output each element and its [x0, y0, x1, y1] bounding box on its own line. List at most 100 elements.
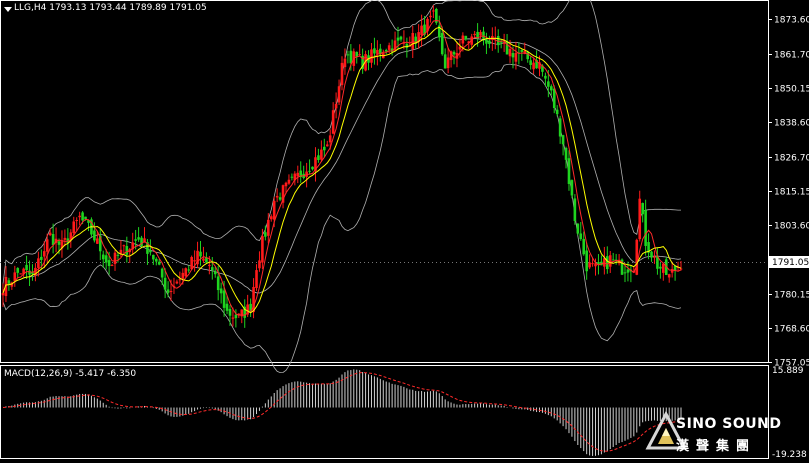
bear-candle	[650, 251, 653, 258]
bull-candle	[202, 258, 205, 261]
low-value: 1789.89	[129, 3, 167, 13]
price-tick-label: 1780.15	[774, 291, 809, 301]
bear-candle	[149, 250, 152, 253]
bull-candle	[193, 260, 196, 262]
bear-candle	[323, 146, 326, 151]
bull-candle	[269, 216, 273, 220]
bull-candle	[508, 48, 512, 57]
bull-candle	[446, 57, 450, 69]
bear-candle	[93, 230, 96, 241]
bull-candle	[184, 268, 188, 277]
current-price-label: 1791.05	[772, 258, 809, 268]
bull-candle	[272, 200, 276, 220]
bear-candle	[40, 256, 43, 260]
bull-candle	[175, 281, 179, 284]
bear-candle	[51, 234, 55, 246]
bull-candle	[320, 149, 323, 160]
bear-candle	[485, 39, 488, 44]
bull-candle	[653, 256, 656, 258]
bull-candle	[169, 290, 173, 292]
bull-candle	[1, 292, 5, 296]
bull-candle	[662, 263, 665, 273]
bear-candle	[570, 180, 574, 196]
bull-candle	[110, 265, 114, 267]
logo-chinese-text: 漢聲集團	[676, 439, 757, 454]
bull-candle	[19, 273, 22, 275]
bull-candle	[287, 179, 291, 184]
bear-candle	[16, 268, 20, 273]
bear-candle	[125, 246, 129, 255]
macd-tick-label: 15.889	[772, 366, 804, 376]
bull-candle	[514, 53, 518, 62]
bear-candle	[199, 251, 202, 257]
bull-candle	[334, 104, 338, 109]
bull-candle	[122, 245, 126, 247]
bull-candle	[258, 260, 261, 269]
bear-candle	[644, 210, 647, 246]
bull-candle	[42, 251, 46, 257]
bear-candle	[278, 197, 282, 200]
bull-candle	[588, 262, 591, 268]
bull-candle	[255, 270, 258, 288]
bear-candle	[137, 237, 140, 240]
bull-candle	[113, 252, 117, 265]
bear-candle	[373, 48, 376, 54]
bear-candle	[152, 254, 155, 260]
bear-candle	[659, 266, 662, 269]
bear-candle	[482, 31, 485, 39]
bull-candle	[420, 25, 423, 36]
macd-header: MACD(12,26,9) -5.417 -6.350	[4, 369, 136, 379]
bull-candle	[328, 135, 332, 143]
macd-label: MACD(12,26,9)	[4, 369, 73, 379]
bear-candle	[405, 43, 409, 48]
bear-candle	[555, 109, 559, 115]
bear-candle	[464, 35, 468, 40]
bollinger-lower-line	[2, 63, 682, 374]
bear-candle	[225, 303, 229, 311]
bear-candle	[28, 270, 31, 275]
bear-candle	[222, 290, 226, 308]
bull-candle	[370, 49, 373, 63]
bull-candle	[432, 10, 435, 12]
logo-english-text: SINO SOUND	[676, 416, 782, 432]
bear-candle	[7, 280, 11, 284]
bull-candle	[75, 220, 78, 222]
bear-candle	[210, 267, 214, 271]
bear-candle	[290, 176, 294, 178]
bull-candle	[479, 32, 482, 36]
bear-candle	[349, 50, 353, 64]
symbol-dropdown-icon[interactable]	[4, 7, 12, 12]
bear-candle	[187, 269, 191, 271]
bull-candle	[275, 195, 279, 198]
bear-candle	[573, 198, 577, 221]
bear-candle	[134, 239, 137, 241]
bear-candle	[576, 223, 580, 234]
bull-candle	[48, 232, 52, 236]
bear-candle	[57, 241, 61, 245]
high-value: 1793.44	[89, 3, 127, 13]
bull-candle	[96, 238, 99, 244]
bull-candle	[679, 268, 683, 270]
bull-candle	[411, 32, 415, 50]
bull-candle	[296, 172, 300, 177]
macd-signal-value: -6.350	[107, 369, 137, 379]
bull-candle	[473, 33, 476, 36]
bear-candle	[623, 272, 627, 274]
bear-candle	[443, 54, 447, 69]
bull-candle	[267, 219, 270, 236]
bear-candle	[582, 238, 586, 255]
bull-candle	[261, 236, 264, 263]
bull-candle	[325, 144, 329, 147]
bear-candle	[384, 50, 388, 52]
bear-candle	[567, 158, 571, 184]
bear-candle	[264, 232, 267, 237]
bull-candle	[331, 110, 335, 134]
bull-candle	[387, 45, 391, 50]
bear-candle	[160, 268, 164, 278]
bear-candle	[107, 260, 111, 267]
macd-value: -5.417	[75, 369, 105, 379]
bull-candle	[45, 239, 49, 252]
bear-candle	[308, 170, 311, 172]
bear-candle	[611, 259, 615, 261]
bear-candle	[399, 36, 403, 40]
